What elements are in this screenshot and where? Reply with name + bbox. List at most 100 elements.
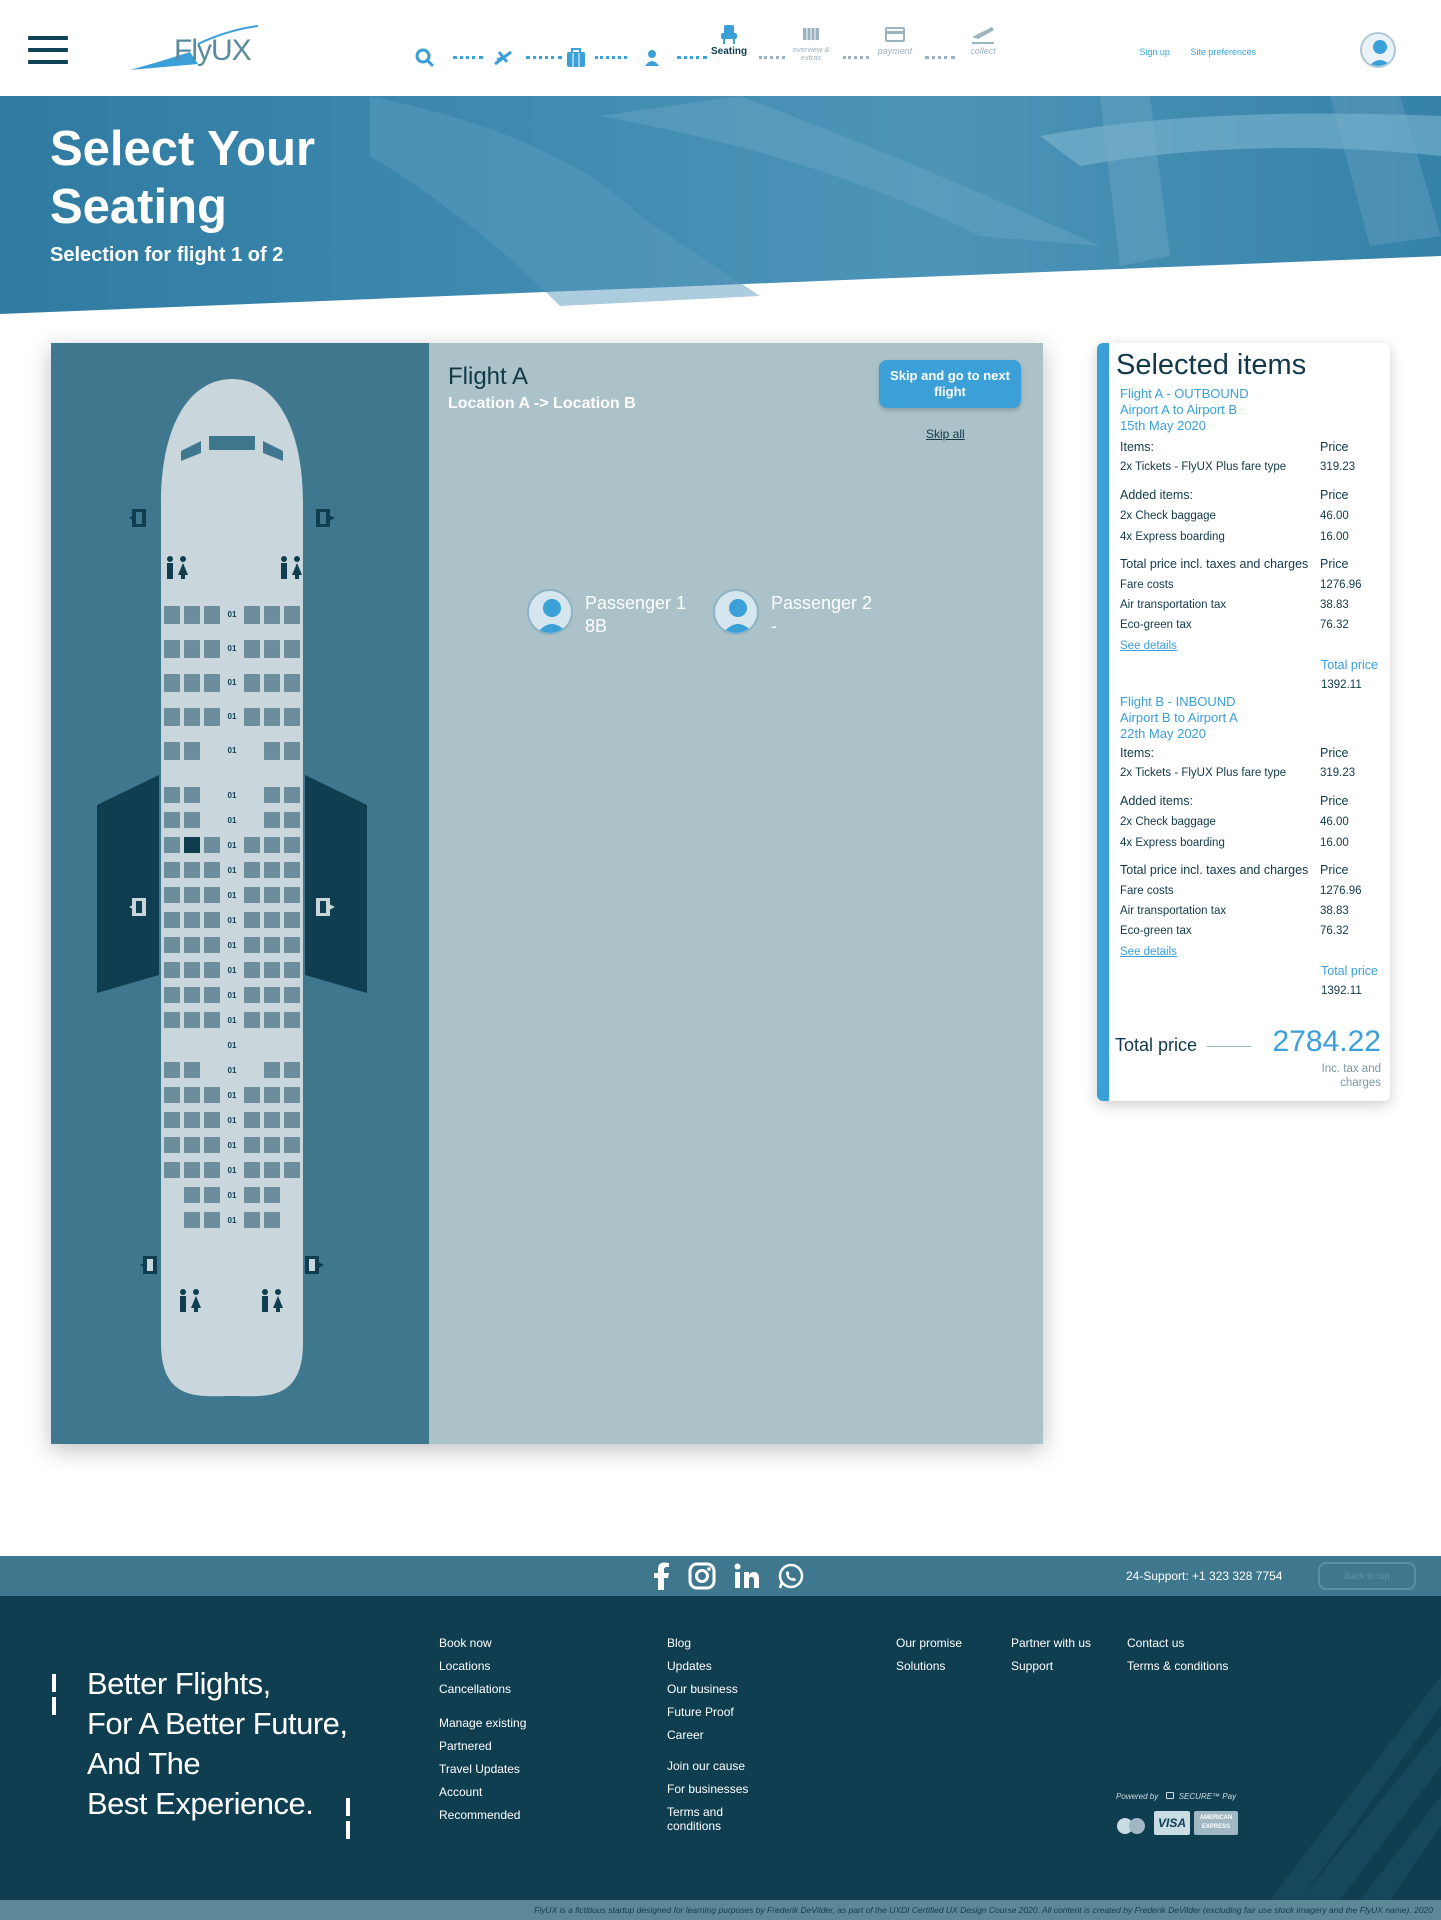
- seat[interactable]: [184, 1187, 200, 1203]
- seat[interactable]: [204, 1162, 220, 1178]
- footer-link[interactable]: For businesses: [667, 1782, 748, 1796]
- footer-link[interactable]: Our promise: [896, 1636, 962, 1650]
- seat[interactable]: [164, 987, 180, 1003]
- seat[interactable]: [284, 987, 300, 1003]
- seat[interactable]: [244, 962, 260, 978]
- footer-link[interactable]: Locations: [439, 1659, 490, 1673]
- seat[interactable]: [164, 887, 180, 903]
- skip-all-link[interactable]: Skip all: [926, 427, 965, 441]
- seat[interactable]: [284, 937, 300, 953]
- seat[interactable]: [204, 606, 220, 624]
- seat[interactable]: [284, 862, 300, 878]
- logo[interactable]: FlyUX: [128, 24, 260, 74]
- step-seating[interactable]: Seating: [711, 22, 747, 57]
- step-search[interactable]: [415, 46, 435, 70]
- see-details-link[interactable]: See details: [1120, 946, 1177, 958]
- seat[interactable]: [284, 787, 300, 803]
- footer-link[interactable]: Partnered: [439, 1739, 492, 1753]
- seat[interactable]: [244, 708, 260, 726]
- seat[interactable]: [204, 1112, 220, 1128]
- seat[interactable]: [204, 912, 220, 928]
- footer-link[interactable]: Blog: [667, 1636, 691, 1650]
- footer-link[interactable]: Career: [667, 1728, 704, 1742]
- step-collect[interactable]: collect: [963, 22, 1003, 56]
- footer-link[interactable]: Our business: [667, 1682, 738, 1696]
- footer-link[interactable]: Recommended: [439, 1808, 520, 1822]
- menu-icon[interactable]: [28, 36, 68, 64]
- seat[interactable]: [264, 887, 280, 903]
- seat[interactable]: [284, 674, 300, 692]
- seat[interactable]: [164, 606, 180, 624]
- seat[interactable]: [264, 1112, 280, 1128]
- seat[interactable]: [244, 674, 260, 692]
- seat[interactable]: [264, 1137, 280, 1153]
- footer-link[interactable]: Manage existing: [439, 1716, 526, 1730]
- seat[interactable]: [244, 1012, 260, 1028]
- seat[interactable]: [164, 1062, 180, 1078]
- step-overview[interactable]: overview & extras: [791, 22, 831, 62]
- seat[interactable]: [184, 987, 200, 1003]
- step-passenger[interactable]: [643, 46, 661, 70]
- footer-link[interactable]: Book now: [439, 1636, 492, 1650]
- seat[interactable]: [164, 787, 180, 803]
- site-preferences-link[interactable]: Site preferences: [1190, 47, 1256, 57]
- seat[interactable]: [204, 937, 220, 953]
- seat[interactable]: [164, 708, 180, 726]
- seat[interactable]: [264, 1062, 280, 1078]
- footer-link[interactable]: Cancellations: [439, 1682, 511, 1696]
- seat[interactable]: [264, 708, 280, 726]
- seat[interactable]: [184, 812, 200, 828]
- seat[interactable]: [184, 912, 200, 928]
- seat[interactable]: [264, 837, 280, 853]
- seat[interactable]: [264, 1212, 280, 1228]
- seat[interactable]: [204, 640, 220, 658]
- seat[interactable]: [184, 1212, 200, 1228]
- sign-up-link[interactable]: Sign up: [1139, 47, 1170, 57]
- footer-link[interactable]: Terms & conditions: [1127, 1659, 1228, 1673]
- seat[interactable]: [164, 1162, 180, 1178]
- seat[interactable]: [284, 1012, 300, 1028]
- seat[interactable]: [164, 912, 180, 928]
- footer-link[interactable]: Solutions: [896, 1659, 945, 1673]
- seat[interactable]: [184, 862, 200, 878]
- skip-to-next-flight-button[interactable]: Skip and go to next flight: [879, 360, 1021, 408]
- seat[interactable]: [204, 1012, 220, 1028]
- user-avatar[interactable]: [1360, 32, 1396, 68]
- seat[interactable]: [244, 1087, 260, 1103]
- seat[interactable]: [164, 837, 180, 853]
- seat[interactable]: [264, 962, 280, 978]
- footer-link[interactable]: Account: [439, 1785, 482, 1799]
- seat[interactable]: [264, 1187, 280, 1203]
- seat[interactable]: [244, 1112, 260, 1128]
- seat[interactable]: [204, 1137, 220, 1153]
- seat[interactable]: [184, 937, 200, 953]
- footer-link[interactable]: Travel Updates: [439, 1762, 520, 1776]
- footer-link[interactable]: Join our cause: [667, 1759, 745, 1773]
- seat[interactable]: [264, 787, 280, 803]
- seat[interactable]: [244, 1137, 260, 1153]
- seat[interactable]: [184, 606, 200, 624]
- whatsapp-icon[interactable]: [777, 1562, 805, 1595]
- seat[interactable]: [284, 912, 300, 928]
- seat[interactable]: [184, 1012, 200, 1028]
- step-flight[interactable]: [493, 46, 513, 70]
- seat[interactable]: [284, 640, 300, 658]
- seat[interactable]: [164, 812, 180, 828]
- seat[interactable]: [244, 1212, 260, 1228]
- seat[interactable]: [184, 887, 200, 903]
- seat[interactable]: [284, 962, 300, 978]
- seat[interactable]: [264, 1012, 280, 1028]
- seat[interactable]: [244, 1187, 260, 1203]
- seat[interactable]: [244, 937, 260, 953]
- seat[interactable]: [164, 1137, 180, 1153]
- seat[interactable]: [244, 987, 260, 1003]
- seat[interactable]: [204, 837, 220, 853]
- seat[interactable]: [204, 987, 220, 1003]
- seat[interactable]: [244, 912, 260, 928]
- linkedin-icon[interactable]: [733, 1562, 761, 1595]
- seat[interactable]: [184, 708, 200, 726]
- seat[interactable]: [184, 640, 200, 658]
- seat[interactable]: [184, 1062, 200, 1078]
- seat[interactable]: [204, 708, 220, 726]
- seat[interactable]: [284, 887, 300, 903]
